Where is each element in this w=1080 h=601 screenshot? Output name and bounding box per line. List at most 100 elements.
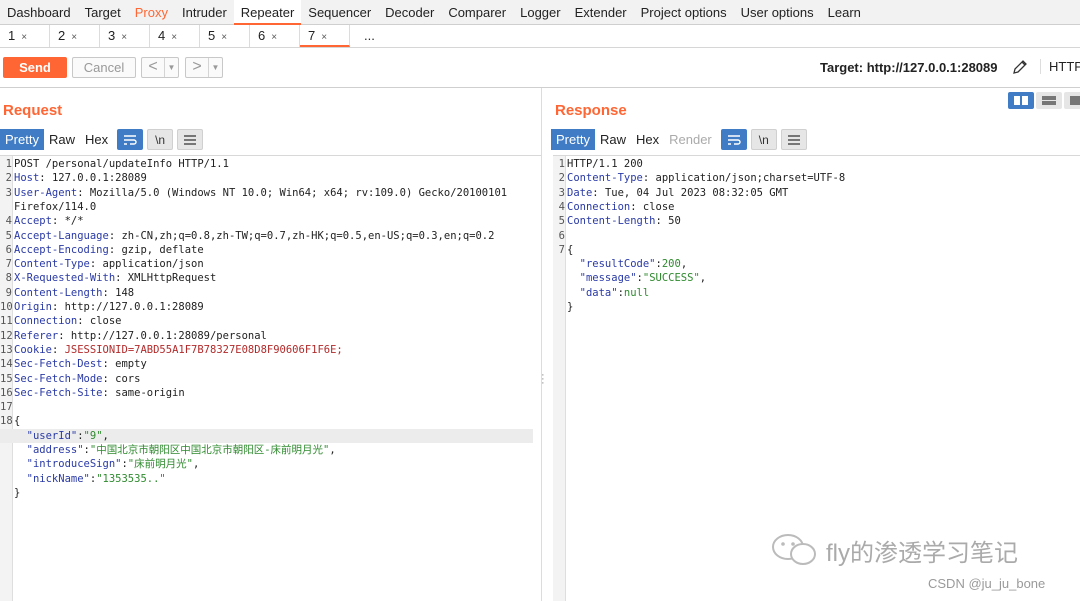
- tab-proxy[interactable]: Proxy: [128, 0, 175, 25]
- tab-extender[interactable]: Extender: [568, 0, 634, 25]
- request-editor[interactable]: 1 POST /personal/updateInfo HTTP/1.1 2 Host…: [0, 155, 541, 601]
- line-text: Firefox/114.0: [14, 200, 97, 213]
- repeater-tab-6[interactable]: 6 ×: [250, 25, 300, 47]
- tab-raw[interactable]: Raw: [595, 129, 631, 150]
- tab-hex[interactable]: Hex: [631, 129, 664, 150]
- separator: ,: [192, 458, 200, 471]
- line-number: 10: [0, 301, 13, 313]
- chevron-down-icon[interactable]: ▼: [164, 58, 178, 77]
- separator: ,: [699, 272, 707, 285]
- close-icon[interactable]: ×: [71, 32, 77, 43]
- tab-user-options[interactable]: User options: [734, 0, 821, 25]
- chevron-down-icon[interactable]: ▼: [208, 58, 222, 77]
- tab-dashboard[interactable]: Dashboard: [0, 0, 78, 25]
- header-value: 127.0.0.1:28089: [45, 172, 147, 185]
- close-icon[interactable]: ×: [221, 32, 227, 43]
- menu-icon[interactable]: [177, 129, 204, 150]
- close-icon[interactable]: ×: [171, 32, 177, 43]
- line-text: {: [567, 243, 574, 256]
- header-name: Sec-Fetch-Site: [14, 386, 103, 399]
- code-line: "userId":"9",: [0, 428, 533, 443]
- header-name: Accept: [14, 215, 52, 228]
- tab-pretty[interactable]: Pretty: [0, 129, 44, 150]
- http-version-toggle[interactable]: HTTP/1: [1040, 59, 1080, 74]
- close-icon[interactable]: ×: [271, 32, 277, 43]
- json-value: "1353535..": [96, 472, 166, 485]
- line-text: }: [14, 486, 21, 499]
- json-key: "address": [14, 444, 84, 456]
- request-view-tabs: Pretty Raw Hex \n: [0, 129, 204, 150]
- separator: ,: [102, 429, 109, 442]
- tab-hex[interactable]: Hex: [80, 129, 113, 150]
- repeater-tab-label: 1: [8, 28, 16, 43]
- header-name: Content-Length: [567, 215, 656, 228]
- history-forward-button[interactable]: > ▼: [185, 57, 223, 78]
- header-name: Connection: [14, 315, 78, 328]
- repeater-tab-label: 6: [258, 28, 266, 43]
- repeater-toolbar: Send Cancel < ▼ > ▼ Target: http://127.0…: [0, 48, 1080, 88]
- send-button[interactable]: Send: [3, 57, 67, 78]
- header-value: 50: [661, 215, 681, 228]
- close-icon[interactable]: ×: [21, 32, 27, 43]
- close-icon[interactable]: ×: [121, 32, 127, 43]
- repeater-tab-label: 7: [308, 28, 316, 43]
- header-value: close: [83, 315, 122, 328]
- header-name: Accept-Encoding: [14, 243, 109, 256]
- tab-render[interactable]: Render: [664, 129, 717, 150]
- tabs-layout-icon[interactable]: [1064, 92, 1080, 109]
- tab-raw[interactable]: Raw: [44, 129, 80, 150]
- target-label: Target: http://127.0.0.1:28089: [820, 60, 998, 75]
- panel-divider[interactable]: [541, 88, 542, 601]
- header-value: http://127.0.0.1:28089: [58, 301, 204, 313]
- split-vertical-icon[interactable]: [1036, 92, 1062, 109]
- menu-icon[interactable]: [780, 129, 807, 150]
- show-newlines-button[interactable]: \n: [147, 129, 174, 150]
- line-text: }: [567, 301, 574, 313]
- json-key: "nickName": [14, 472, 90, 485]
- wrap-lines-icon[interactable]: [720, 129, 747, 150]
- repeater-tab-7[interactable]: 7 ×: [300, 25, 350, 47]
- header-name: Referer: [14, 329, 59, 342]
- header-value: close: [636, 200, 675, 213]
- cancel-button[interactable]: Cancel: [72, 57, 136, 78]
- tab-target[interactable]: Target: [78, 0, 128, 25]
- layout-switcher: [1006, 92, 1080, 109]
- line-number: 1: [558, 158, 565, 170]
- history-back-button[interactable]: < ▼: [141, 57, 179, 78]
- header-value: */*: [58, 215, 84, 228]
- tab-project-options[interactable]: Project options: [634, 0, 734, 25]
- wrap-lines-icon[interactable]: [117, 129, 144, 150]
- line-number: 2: [5, 172, 12, 185]
- show-newlines-button[interactable]: \n: [750, 129, 777, 150]
- split-horizontal-icon[interactable]: [1008, 92, 1034, 109]
- credit-text: CSDN @ju_ju_bone: [928, 576, 1046, 591]
- tab-sequencer[interactable]: Sequencer: [301, 0, 378, 25]
- line-number: 1: [5, 158, 12, 170]
- header-name: Content-Length: [14, 286, 103, 299]
- tab-repeater[interactable]: Repeater: [233, 0, 302, 25]
- line-text: POST /personal/updateInfo HTTP/1.1: [14, 158, 229, 170]
- drag-handle-icon[interactable]: · · ·: [541, 370, 547, 389]
- tab-logger[interactable]: Logger: [513, 0, 567, 25]
- tab-comparer[interactable]: Comparer: [441, 0, 513, 25]
- back-arrow-icon: <: [148, 58, 158, 75]
- close-icon[interactable]: ×: [321, 32, 327, 43]
- repeater-tab-5[interactable]: 5 ×: [200, 25, 250, 47]
- line-number: 14: [0, 358, 13, 371]
- pencil-icon[interactable]: [1010, 57, 1030, 77]
- repeater-tab-2[interactable]: 2 ×: [50, 25, 100, 47]
- repeater-tab-4[interactable]: 4 ×: [150, 25, 200, 47]
- tab-decoder[interactable]: Decoder: [378, 0, 441, 25]
- tab-learn[interactable]: Learn: [821, 0, 868, 25]
- repeater-tab-1[interactable]: 1 ×: [0, 25, 50, 47]
- tab-pretty[interactable]: Pretty: [551, 129, 595, 150]
- new-tab-button[interactable]: ...: [350, 25, 400, 47]
- tab-intruder[interactable]: Intruder: [175, 0, 234, 25]
- header-name: Accept-Language: [14, 229, 109, 242]
- json-value: "9": [83, 429, 103, 442]
- repeater-tab-3[interactable]: 3 ×: [100, 25, 150, 47]
- line-number: 16: [0, 386, 13, 399]
- cookie-name: JSESSIONID: [64, 343, 128, 356]
- header-name: Date: [567, 186, 593, 199]
- json-key: "message": [567, 272, 637, 285]
